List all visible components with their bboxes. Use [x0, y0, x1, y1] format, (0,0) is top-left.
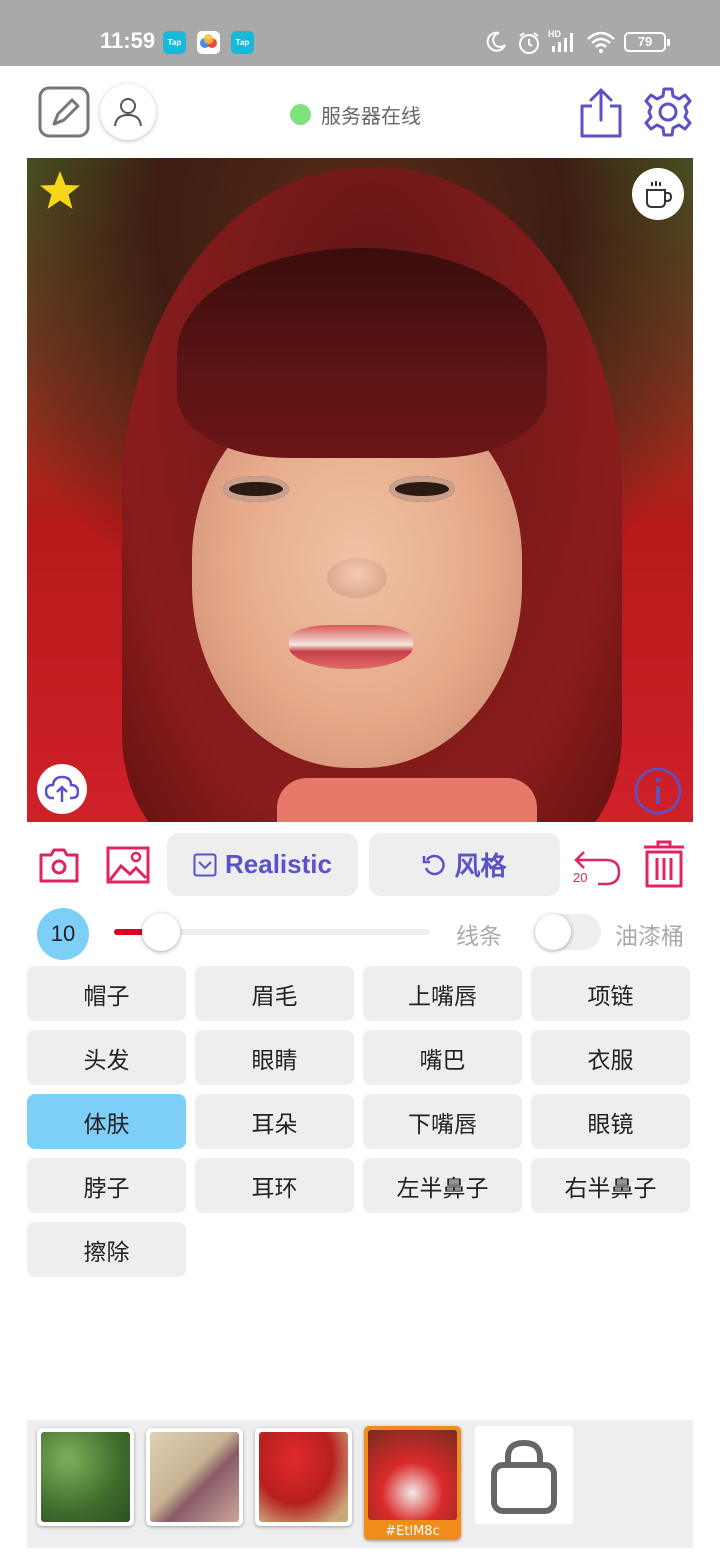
info-icon[interactable] — [633, 766, 683, 816]
part-button[interactable]: 耳朵 — [195, 1094, 354, 1149]
cloud-app-icon — [197, 31, 220, 54]
part-button[interactable]: 右半鼻子 — [531, 1158, 690, 1213]
shirt-region — [277, 778, 537, 822]
part-button[interactable]: 体肤 — [27, 1094, 186, 1149]
edit-icon[interactable] — [38, 86, 90, 138]
settings-gear-icon[interactable] — [642, 86, 694, 138]
bucket-toggle[interactable] — [535, 914, 601, 950]
camera-icon[interactable] — [38, 845, 80, 885]
status-bar: 11:59 Tap Tap HD 79 — [0, 0, 720, 66]
model-label: Realistic — [225, 849, 332, 879]
part-button[interactable]: 头发 — [27, 1030, 186, 1085]
coffee-icon[interactable] — [632, 168, 684, 220]
server-status-text: 服务器在线 — [321, 104, 421, 128]
part-button[interactable]: 耳环 — [195, 1158, 354, 1213]
part-button[interactable]: 项链 — [531, 966, 690, 1021]
style-thumbnail[interactable] — [37, 1428, 134, 1526]
locked-style-slot[interactable] — [475, 1426, 573, 1524]
part-button[interactable]: 下嘴唇 — [363, 1094, 522, 1149]
thumbnail-image — [150, 1432, 239, 1522]
style-thumbnail-tray: #EtlM8c — [27, 1420, 693, 1548]
part-button[interactable]: 上嘴唇 — [363, 966, 522, 1021]
part-button[interactable]: 眼睛 — [195, 1030, 354, 1085]
server-status: 服务器在线 — [290, 100, 421, 129]
cloud-upload-icon[interactable] — [37, 764, 87, 814]
nose — [327, 558, 387, 598]
refresh-icon — [423, 854, 446, 875]
style-thumbnail[interactable] — [255, 1428, 352, 1526]
bucket-label: 油漆桶 — [615, 924, 684, 950]
style-button[interactable]: 风格 — [369, 833, 560, 896]
undo-icon[interactable]: 20 — [572, 840, 624, 890]
slider-thumb[interactable] — [142, 913, 181, 951]
online-dot — [290, 104, 311, 125]
user-icon — [114, 98, 142, 127]
toggle-knob — [535, 914, 571, 950]
portrait-canvas[interactable] — [27, 158, 693, 822]
lock-icon — [491, 1439, 557, 1514]
model-select-button[interactable]: Realistic — [167, 833, 358, 896]
part-button[interactable]: 眉毛 — [195, 966, 354, 1021]
gallery-image-icon[interactable] — [105, 845, 151, 885]
status-time: 11:59 — [100, 28, 156, 53]
user-profile-button[interactable] — [100, 84, 156, 140]
alarm-icon — [519, 32, 539, 54]
style-label: 风格 — [454, 851, 507, 881]
style-thumbnail[interactable] — [146, 1428, 243, 1526]
thumbnail-tag: #EtlM8c — [385, 1524, 440, 1539]
line-mode-label[interactable]: 线条 — [456, 917, 502, 951]
parts-grid: 帽子 眉毛 上嘴唇 项链头发 眼睛 嘴巴 衣服体肤 耳朵 下嘴唇 眼镜脖子 耳环 左半鼻子 右半鼻子擦除 — [27, 966, 693, 1277]
style-thumbnail-selected[interactable]: #EtlM8c — [364, 1426, 461, 1540]
battery-indicator: 79 — [624, 32, 670, 52]
trash-icon[interactable] — [640, 838, 688, 890]
part-button[interactable]: 眼镜 — [531, 1094, 690, 1149]
moon-icon — [486, 31, 506, 52]
brush-size-badge: 10 — [37, 908, 89, 960]
part-button[interactable]: 脖子 — [27, 1158, 186, 1213]
tap-app-icon: Tap — [231, 31, 254, 54]
share-icon[interactable] — [578, 86, 624, 138]
thumbnail-image — [259, 1432, 348, 1522]
mouth — [289, 625, 413, 669]
thumbnail-image — [368, 1430, 457, 1520]
bangs-region — [177, 248, 547, 458]
part-button[interactable]: 擦除 — [27, 1222, 186, 1277]
signal-icon — [552, 33, 573, 52]
undo-count: 20 — [573, 870, 588, 885]
part-button[interactable]: 嘴巴 — [363, 1030, 522, 1085]
right-eye — [389, 476, 455, 502]
left-eye — [223, 476, 289, 502]
part-button[interactable]: 衣服 — [531, 1030, 690, 1085]
wifi-icon — [587, 31, 615, 53]
thumbnail-image — [41, 1432, 130, 1522]
tap-app-icon: Tap — [163, 31, 186, 54]
part-button[interactable]: 帽子 — [27, 966, 186, 1021]
part-button[interactable]: 左半鼻子 — [363, 1158, 522, 1213]
favorite-star-icon[interactable] — [37, 168, 83, 214]
checkbox-icon — [193, 853, 217, 876]
